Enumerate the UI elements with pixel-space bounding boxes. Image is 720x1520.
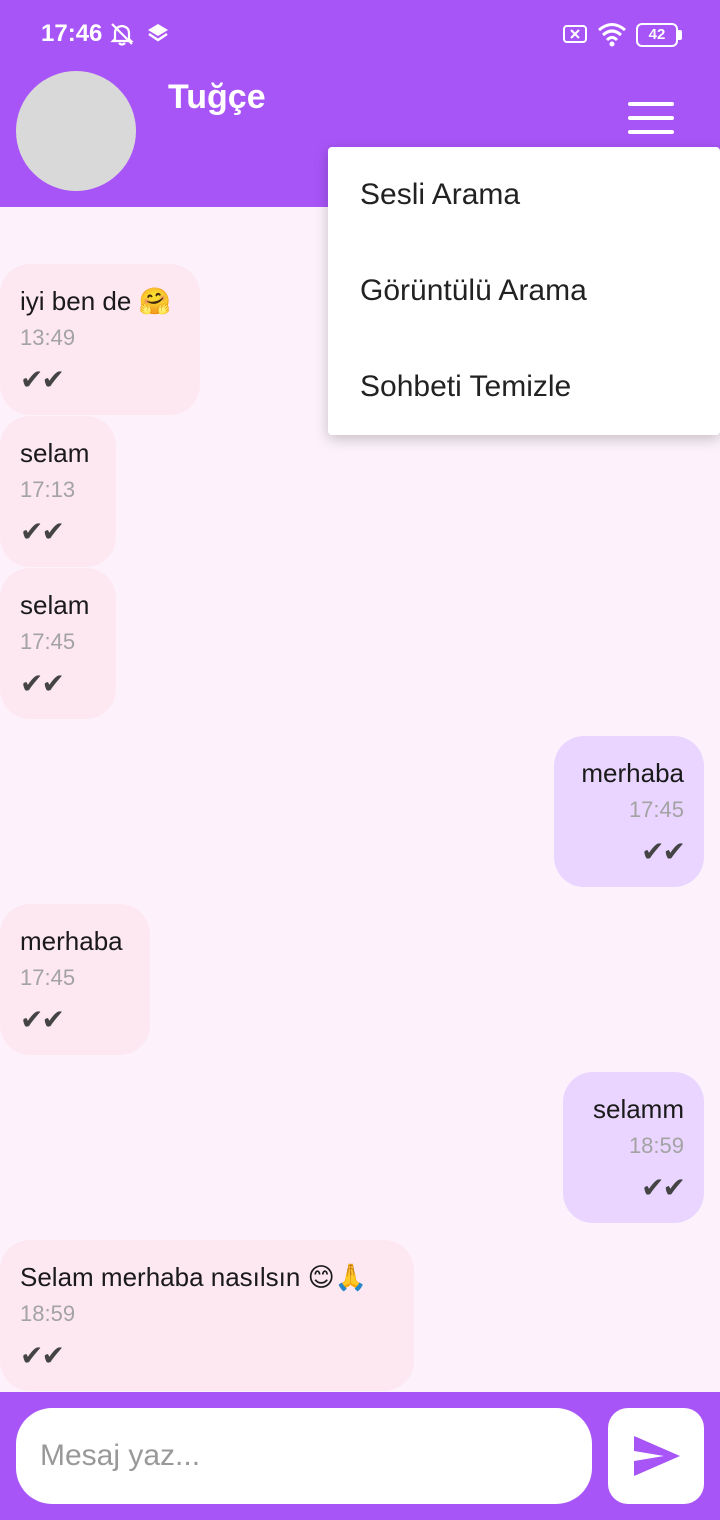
message-text: merhaba xyxy=(20,926,123,956)
message-time: 17:45 xyxy=(628,797,684,822)
battery-icon: 42 xyxy=(636,23,682,47)
message-text: merhaba xyxy=(581,758,684,788)
message-time: 17:45 xyxy=(20,965,76,990)
message-time: 13:49 xyxy=(20,325,76,350)
hamburger-icon xyxy=(628,102,674,106)
read-ticks-icon: ✔✔ xyxy=(20,668,65,699)
read-ticks-icon: ✔✔ xyxy=(20,516,65,547)
message-time: 18:59 xyxy=(20,1301,76,1326)
message-text: selamm xyxy=(592,1094,684,1124)
message-bubble[interactable]: merhaba 17:45 ✔✔ xyxy=(0,904,150,1055)
read-ticks-icon: ✔✔ xyxy=(20,364,65,395)
read-ticks-icon: ✔✔ xyxy=(641,836,686,867)
message-time: 17:13 xyxy=(20,477,76,502)
menu-button[interactable] xyxy=(616,90,686,146)
layers-icon xyxy=(148,24,168,42)
message-time: 17:45 xyxy=(20,629,76,654)
message-time: 18:59 xyxy=(628,1133,684,1158)
send-button[interactable] xyxy=(608,1408,704,1504)
status-time: 17:46 xyxy=(41,20,103,47)
message-text: selam xyxy=(20,438,90,468)
read-ticks-icon: ✔✔ xyxy=(641,1172,686,1203)
message-text: Selam merhaba nasılsın 😊🙏 xyxy=(20,1262,368,1292)
message-bubble[interactable]: iyi ben de 🤗 13:49 ✔✔ xyxy=(0,264,200,415)
composer-bar xyxy=(0,1392,720,1520)
send-icon xyxy=(634,1436,680,1476)
contact-name: Tuğçe xyxy=(168,78,266,116)
message-text: selam xyxy=(20,590,90,620)
options-menu: Sesli Arama Görüntülü Arama Sohbeti Temi… xyxy=(328,147,720,435)
read-ticks-icon: ✔✔ xyxy=(20,1004,65,1035)
message-bubble[interactable]: Selam merhaba nasılsın 😊🙏 18:59 ✔✔ xyxy=(0,1240,414,1391)
message-bubble[interactable]: selam 17:13 ✔✔ xyxy=(0,416,116,567)
message-bubble[interactable]: merhaba 17:45 ✔✔ xyxy=(554,736,704,887)
message-input[interactable] xyxy=(16,1408,592,1504)
wifi-icon xyxy=(598,23,626,47)
menu-item-clear-chat[interactable]: Sohbeti Temizle xyxy=(328,339,720,435)
menu-item-video-call[interactable]: Görüntülü Arama xyxy=(328,243,720,339)
battery-level: 42 xyxy=(648,26,666,43)
sim-error-icon xyxy=(563,25,587,43)
mute-bell-icon xyxy=(110,23,134,46)
avatar[interactable] xyxy=(16,71,136,191)
read-ticks-icon: ✔✔ xyxy=(20,1340,65,1371)
message-bubble[interactable]: selamm 18:59 ✔✔ xyxy=(563,1072,704,1223)
message-bubble[interactable]: selam 17:45 ✔✔ xyxy=(0,568,116,719)
menu-item-voice-call[interactable]: Sesli Arama xyxy=(328,147,720,243)
message-text: iyi ben de 🤗 xyxy=(20,286,171,316)
